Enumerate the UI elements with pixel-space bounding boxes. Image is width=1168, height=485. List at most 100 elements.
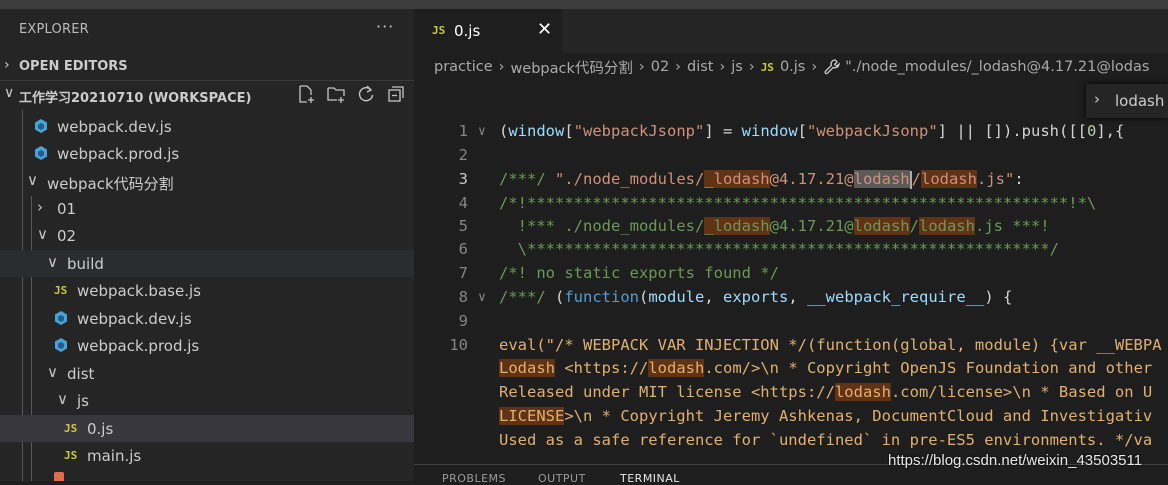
line-number: 7 — [458, 264, 468, 282]
code-token: __webpack_require__ — [807, 288, 985, 306]
breadcrumb-item[interactable]: webpack代码分割 — [510, 57, 632, 78]
chevron-right-icon: › — [748, 59, 755, 75]
tree-item-webpack-dev-2[interactable]: webpack.dev.js — [0, 305, 414, 332]
line-number: 10 — [449, 336, 468, 354]
code-token: .com/>\n * Copyright OpenJS Foundation a… — [704, 359, 1153, 377]
tree-folder-build[interactable]: ∨ build — [0, 250, 414, 277]
explorer-title: EXPLORER — [19, 22, 89, 37]
code-line-10-wrap-4: Used as a safe reference for `undefined`… — [499, 431, 1153, 449]
code-token: ( — [639, 288, 649, 306]
tree-item-label: webpack代码分割 — [47, 175, 174, 193]
breadcrumb-item[interactable]: dist — [687, 59, 713, 75]
chevron-right-icon: › — [498, 59, 505, 75]
webpack-cube-icon — [55, 338, 67, 352]
tree-item-label: dist — [67, 365, 95, 383]
tree-folder-02[interactable]: ∨ 02 — [0, 222, 414, 249]
tree-item-main-js[interactable]: JS main.js — [0, 442, 414, 469]
line-number: 4 — [458, 194, 468, 212]
code-token: <https:// — [555, 359, 649, 377]
chevron-right-icon: › — [719, 59, 726, 75]
chevron-right-icon: › — [811, 59, 818, 75]
title-strip — [414, 0, 1168, 9]
tab-0-js[interactable]: JS 0.js ✕ — [414, 9, 562, 53]
code-line-10-wrap-3: LICENSE>\n * Copyright Jeremy Ashkenas, … — [499, 407, 1152, 425]
chevron-down-icon: ∨ — [47, 253, 58, 271]
code-token: / — [909, 217, 919, 235]
chevron-down-icon: ∨ — [57, 390, 68, 408]
line-number: 3 — [458, 170, 468, 188]
code-token: 0 — [1086, 122, 1097, 140]
tree-item-label: js — [77, 392, 89, 410]
more-actions-icon[interactable]: ··· — [376, 17, 394, 36]
line-number: 5 — [458, 217, 468, 235]
code-line-10: eval("/* WEBPACK VAR INJECTION */(functi… — [499, 336, 1162, 354]
fold-chevron-icon[interactable]: ∨ — [478, 290, 486, 305]
code-editor[interactable]: 1 2 3 4 5 6 7 8 9 10 ∨ ∨ (window["webpac… — [414, 118, 1168, 458]
code-line-10-wrap-1: Lodash <https://lodash.com/>\n * Copyrig… — [499, 359, 1152, 377]
code-token: Lodash — [499, 359, 555, 377]
code-token: lodash — [920, 170, 977, 188]
webpack-cube-icon — [35, 119, 47, 133]
tree-row-partial — [0, 470, 414, 481]
tab-problems[interactable]: PROBLEMS — [442, 472, 506, 485]
code-token: [ — [564, 122, 574, 140]
tab-output[interactable]: OUTPUT — [538, 472, 586, 485]
code-token: !*** ./node_modules/ — [499, 217, 705, 235]
chevron-right-icon: › — [675, 59, 681, 75]
code-line-3: /***/ "./node_modules/_lodash@4.17.21@lo… — [499, 170, 1024, 189]
js-file-icon: JS — [64, 422, 78, 435]
code-line-8: /***/ (function(module, exports, __webpa… — [499, 288, 1012, 306]
tree-item-label: 02 — [57, 227, 77, 245]
breadcrumb-item[interactable]: 0.js — [780, 59, 805, 75]
open-editors-label: OPEN EDITORS — [19, 59, 128, 74]
fold-chevron-icon[interactable]: ∨ — [478, 124, 486, 139]
tree-folder-webpack-split[interactable]: ∨ webpack代码分割 — [0, 168, 414, 195]
tree-folder-js[interactable]: ∨ js — [0, 387, 414, 414]
tree-item-label: webpack.dev.js — [77, 310, 192, 328]
title-strip — [0, 0, 414, 9]
code-token: Released under MIT license <https:// — [499, 383, 835, 401]
code-line-6: \***************************************… — [499, 240, 1059, 258]
tree-item-webpack-prod-2[interactable]: webpack.prod.js — [0, 332, 414, 359]
breadcrumb-item[interactable]: js — [731, 59, 743, 75]
code-line-4: /*!*************************************… — [499, 194, 1097, 212]
close-icon[interactable]: ✕ — [537, 19, 552, 40]
js-file-icon: JS — [54, 284, 68, 297]
tree-item-label: build — [67, 255, 104, 273]
js-file-icon: JS — [432, 24, 446, 37]
chevron-down-icon: ∨ — [47, 363, 58, 381]
code-line-10-wrap-2: Released under MIT license <https://loda… — [499, 383, 1152, 401]
tree-item-label: webpack.dev.js — [57, 118, 172, 136]
tree-folder-01[interactable]: › 01 — [0, 195, 414, 222]
tree-item-webpack-prod[interactable]: webpack.prod.js — [0, 140, 414, 167]
tree-row-partial — [0, 104, 414, 112]
sticky-scroll-widget[interactable]: › lodash — [1086, 84, 1168, 118]
breadcrumb: practice › webpack代码分割 › 02 › dist › js … — [434, 57, 1149, 77]
breadcrumb-item[interactable]: practice — [434, 59, 493, 75]
tree-item-webpack-dev[interactable]: webpack.dev.js — [0, 113, 414, 140]
code-token: .js" — [976, 170, 1015, 188]
tree-item-0-js[interactable]: JS 0.js — [0, 415, 414, 442]
code-token: : — [1014, 170, 1024, 188]
js-file-icon: JS — [64, 449, 78, 462]
code-token: _lodash — [704, 217, 770, 235]
tab-terminal[interactable]: TERMINAL — [620, 472, 680, 485]
tree-item-webpack-base[interactable]: JS webpack.base.js — [0, 277, 414, 304]
code-token: ] || []).push([[ — [937, 122, 1087, 140]
tree-item-label: webpack.prod.js — [57, 145, 180, 163]
tree-item-label: webpack.base.js — [77, 282, 201, 300]
chevron-right-icon: › — [37, 198, 43, 216]
code-token: lodash — [918, 217, 975, 235]
code-token: function — [564, 288, 639, 306]
breadcrumb-item[interactable]: 02 — [651, 59, 669, 75]
breadcrumb-item[interactable]: "./node_modules/_lodash@4.17.21@lodas — [845, 59, 1149, 75]
code-token: .js ***! — [974, 217, 1050, 235]
tree-item-label: 0.js — [87, 420, 114, 438]
code-token: / — [911, 170, 921, 188]
tree-folder-dist[interactable]: ∨ dist — [0, 360, 414, 387]
code-token: ] = — [704, 122, 742, 140]
code-token: ( — [499, 122, 509, 140]
code-token: lodash — [853, 170, 910, 188]
code-token: lodash — [853, 217, 910, 235]
open-editors-section[interactable]: › OPEN EDITORS — [0, 53, 414, 80]
